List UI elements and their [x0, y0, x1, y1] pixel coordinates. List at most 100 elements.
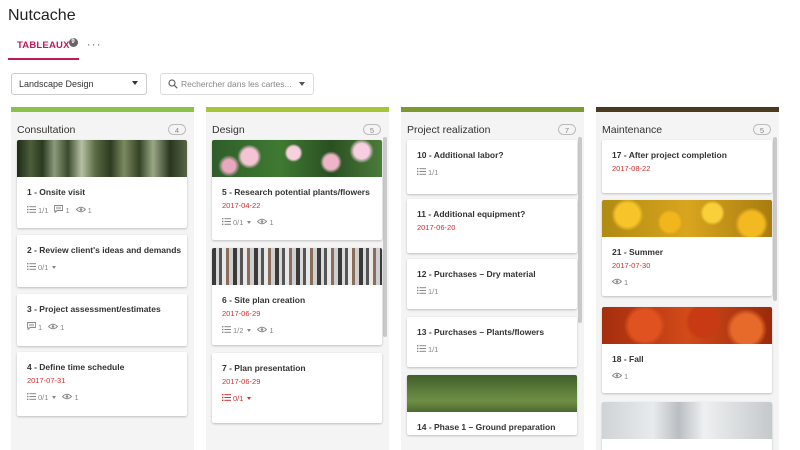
- card-meta-value: 1: [65, 205, 70, 215]
- app-title: Nutcache: [8, 7, 76, 24]
- card-meta: 1: [602, 364, 772, 381]
- tab-tableaux[interactable]: TABLEAUX 9: [8, 34, 79, 60]
- search-box[interactable]: [160, 73, 314, 95]
- card-cover-image: [602, 402, 772, 439]
- card-meta-item: 1: [257, 218, 274, 227]
- card-meta: 1/2 1: [212, 318, 382, 335]
- comment-icon: [27, 322, 36, 332]
- card-title: 10 - Additional labor?: [417, 150, 504, 160]
- column-card-count: 7: [557, 124, 576, 135]
- column-header[interactable]: Design 5: [206, 112, 389, 140]
- column-scrollbar[interactable]: [773, 137, 777, 301]
- chevron-down-icon[interactable]: [247, 221, 252, 224]
- card-due-date: 2017-06-29: [222, 309, 261, 318]
- card-meta-item[interactable]: 1/2: [222, 326, 252, 335]
- checklist-icon: [27, 393, 36, 402]
- column-design: Design 5 5 - Research potential plants/flo…: [206, 107, 389, 450]
- card-meta-value: 1: [60, 322, 65, 332]
- card-cover-image: [212, 140, 382, 177]
- column-card-count: 5: [752, 124, 771, 135]
- card-title: 6 - Site plan creation: [222, 295, 306, 305]
- card[interactable]: 14 - Phase 1 – Ground preparation: [407, 375, 577, 435]
- card-meta-item[interactable]: 0/1: [222, 218, 252, 227]
- more-tabs-button[interactable]: ···: [87, 34, 102, 51]
- card-title: 13 - Purchases – Plants/flowers: [417, 327, 545, 337]
- search-icon: [168, 79, 178, 89]
- checklist-icon: [222, 394, 231, 403]
- column-title: Consultation: [17, 124, 76, 136]
- card-meta: 1/1 1 1: [17, 197, 187, 215]
- card[interactable]: 1 - Onsite visit 1/1 1 1: [17, 140, 187, 228]
- card-meta-item: 1/1: [417, 287, 438, 296]
- tab-label: TABLEAUX: [17, 40, 70, 51]
- card[interactable]: [602, 402, 772, 450]
- card-meta-item[interactable]: 0/1: [222, 394, 252, 403]
- card-meta-item: 1: [611, 278, 629, 287]
- eye-icon: [48, 323, 59, 332]
- chevron-down-icon: [132, 81, 138, 85]
- card-meta-value: 1: [624, 372, 629, 381]
- board-select[interactable]: Landscape Design: [11, 73, 147, 95]
- column-header[interactable]: Consultation 4: [11, 112, 194, 140]
- checklist-icon: [417, 168, 426, 177]
- chevron-down-icon[interactable]: [247, 397, 252, 400]
- card[interactable]: 3 - Project assessment/estimates 1 1: [17, 294, 187, 346]
- column-maintenance: Maintenance 5 17 - After project completio…: [596, 107, 779, 450]
- card-meta-value: 1: [624, 278, 629, 287]
- card-title: 14 - Phase 1 – Ground preparation: [417, 422, 556, 432]
- column-header[interactable]: Maintenance 5: [596, 112, 779, 140]
- card[interactable]: 10 - Additional labor? 1/1: [407, 140, 577, 194]
- card[interactable]: 5 - Research potential plants/flowers 201…: [212, 140, 382, 240]
- card-meta-item: 1/1: [27, 205, 49, 215]
- card-meta-item[interactable]: 0/1: [27, 393, 57, 402]
- checklist-icon: [417, 345, 426, 354]
- board-select-value: Landscape Design: [19, 79, 94, 89]
- card-meta-value: 1/1: [428, 168, 439, 177]
- card-cover-image: [407, 375, 577, 412]
- checklist-icon: [417, 287, 426, 296]
- card-title: 12 - Purchases – Dry material: [417, 269, 536, 279]
- card[interactable]: 13 - Purchases – Plants/flowers 1/1: [407, 317, 577, 367]
- card-due-date: 2017-04-22: [222, 201, 261, 210]
- card[interactable]: 2 - Review client's ideas and demands 0/1: [17, 235, 187, 287]
- card-meta-value: 1/1: [428, 345, 439, 354]
- column-card-count: 5: [362, 124, 381, 135]
- column-header[interactable]: Project realization 7: [401, 112, 584, 140]
- column-card-count: 4: [167, 124, 186, 135]
- card[interactable]: 4 - Define time schedule 2017-07-31 0/1 1: [17, 352, 187, 416]
- card[interactable]: 7 - Plan presentation 2017-06-29 0/1: [212, 353, 382, 423]
- column-title: Maintenance: [602, 124, 663, 136]
- card-due-date: 2017-06-20: [417, 223, 456, 232]
- chevron-down-icon[interactable]: [247, 329, 252, 332]
- card-meta: 1: [602, 270, 772, 287]
- tab-count-badge: 9: [68, 38, 78, 47]
- column-title: Design: [212, 124, 245, 136]
- chevron-down-icon[interactable]: [52, 396, 57, 399]
- card-meta-item[interactable]: 0/1: [27, 263, 57, 272]
- card[interactable]: 6 - Site plan creation 2017-06-29 1/2 1: [212, 248, 382, 345]
- card[interactable]: 18 - Fall 1: [602, 307, 772, 393]
- card-title: 18 - Fall: [612, 354, 644, 364]
- comment-icon: [54, 205, 64, 215]
- search-input[interactable]: [181, 77, 293, 91]
- chevron-down-icon[interactable]: [52, 266, 57, 269]
- column-scrollbar[interactable]: [383, 137, 387, 337]
- card-meta-value: 1/1: [38, 205, 49, 215]
- card[interactable]: 17 - After project completion 2017-08-22: [602, 140, 772, 193]
- card-due-date: 2017-07-31: [27, 376, 66, 385]
- card[interactable]: 11 - Additional equipment? 2017-06-20: [407, 199, 577, 253]
- column-project-realization: Project realization 7 10 - Additional labo…: [401, 107, 584, 450]
- chevron-down-icon[interactable]: [299, 82, 305, 86]
- card-title: 5 - Research potential plants/flowers: [222, 187, 370, 197]
- card-meta: 0/1: [17, 255, 187, 272]
- card[interactable]: 21 - Summer 2017-07-30 1: [602, 200, 772, 296]
- card-title: 11 - Additional equipment?: [417, 209, 526, 219]
- card-meta-value: 1/1: [428, 287, 439, 296]
- checklist-icon: [27, 263, 36, 272]
- card-meta: 0/1 1: [212, 210, 382, 227]
- column-scrollbar[interactable]: [578, 137, 582, 323]
- card[interactable]: 12 - Purchases – Dry material 1/1: [407, 259, 577, 309]
- card-meta-item: 1/1: [417, 345, 438, 354]
- card-meta: 1/1: [407, 337, 577, 354]
- checklist-icon: [222, 218, 231, 227]
